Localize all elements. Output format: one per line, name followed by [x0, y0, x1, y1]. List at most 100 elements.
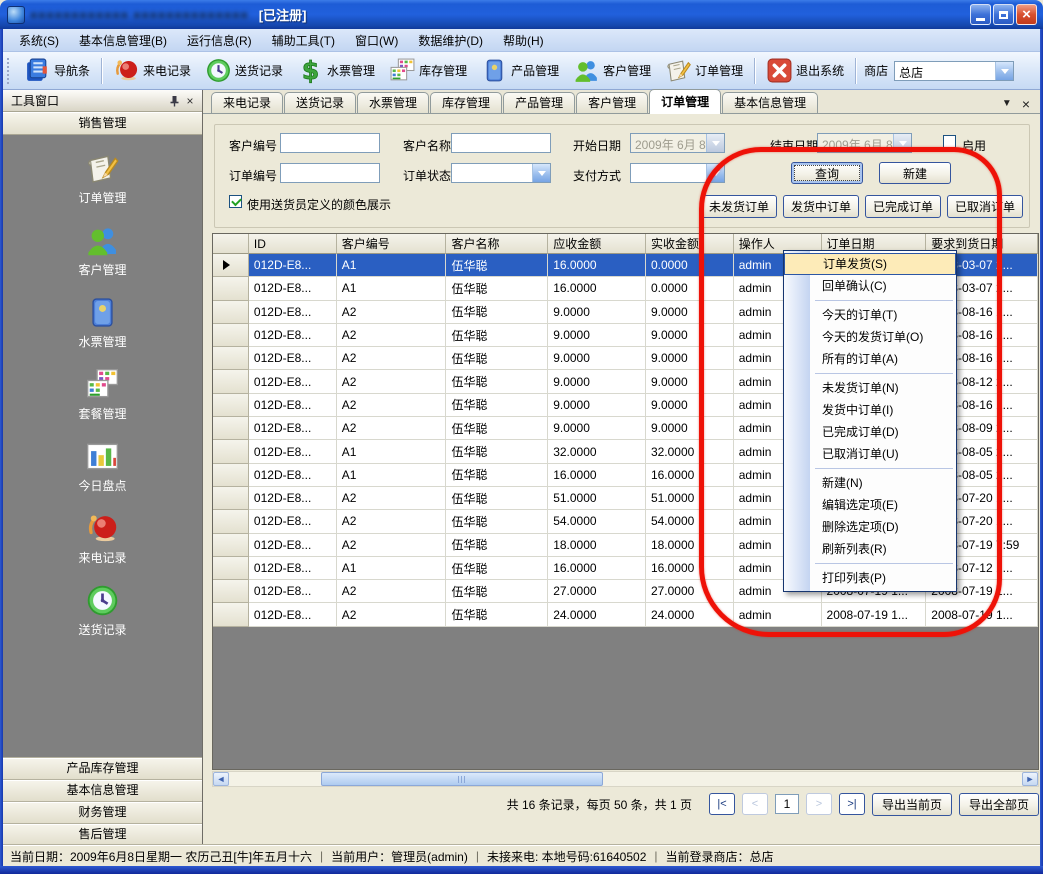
row-selector[interactable] [213, 464, 249, 487]
context-menu-item-13[interactable]: 编辑选定项(E) [784, 494, 956, 516]
context-menu-item-5[interactable]: 所有的订单(A) [784, 348, 956, 370]
chevron-down-icon[interactable] [995, 62, 1013, 80]
tab-5[interactable]: 客户管理 [576, 92, 648, 113]
context-menu-item-14[interactable]: 删除选定项(D) [784, 516, 956, 538]
context-menu-item-17[interactable]: 打印列表(P) [784, 567, 956, 589]
order-status-combobox[interactable] [451, 163, 551, 183]
pin-icon[interactable] [166, 93, 182, 109]
toolbar-button-customers[interactable]: 客户管理 [566, 55, 658, 87]
context-menu-item-7[interactable]: 未发货订单(N) [784, 377, 956, 399]
menubar-item-5[interactable]: 数据维护(D) [408, 29, 493, 52]
new-button[interactable]: 新建 [879, 162, 951, 184]
scroll-left-icon[interactable]: ◄ [213, 772, 229, 786]
filter-button-0[interactable]: 未发货订单 [701, 195, 777, 218]
row-selector[interactable] [213, 580, 249, 603]
toolbar-button-inventory[interactable]: 库存管理 [382, 55, 474, 87]
tab-2[interactable]: 水票管理 [357, 92, 429, 113]
row-selector[interactable] [213, 277, 249, 300]
column-header-1[interactable]: ID [249, 234, 337, 254]
row-selector[interactable] [213, 324, 249, 347]
sidebar-group-sales[interactable]: 销售管理 [3, 112, 202, 135]
order-no-input[interactable] [280, 163, 380, 183]
toolbar-button-clock[interactable]: 送货记录 [198, 55, 290, 87]
chevron-down-icon[interactable] [893, 134, 911, 152]
column-header-3[interactable]: 客户名称 [446, 234, 548, 254]
sidebar-group-1[interactable]: 基本信息管理 [3, 779, 202, 801]
context-menu-item-4[interactable]: 今天的发货订单(O) [784, 326, 956, 348]
column-header-5[interactable]: 实收金额 [646, 234, 734, 254]
chevron-down-icon[interactable] [706, 134, 724, 152]
filter-button-1[interactable]: 发货中订单 [783, 195, 859, 218]
toolbar-button-dollar[interactable]: $水票管理 [290, 55, 382, 87]
prev-page-button[interactable]: < [742, 793, 768, 815]
next-page-button[interactable]: > [806, 793, 832, 815]
row-selector[interactable] [213, 557, 249, 580]
menubar-item-2[interactable]: 运行信息(R) [177, 29, 262, 52]
customer-name-input[interactable] [451, 133, 551, 153]
toolbar-button-order[interactable]: 订单管理 [658, 55, 750, 87]
close-button-icon[interactable]: × [1016, 4, 1037, 25]
toolbar-button-product[interactable]: 产品管理 [474, 55, 566, 87]
sidebar-item-clock[interactable]: 送货记录 [3, 583, 202, 638]
row-selector[interactable] [213, 394, 249, 417]
customer-no-input[interactable] [280, 133, 380, 153]
column-header-2[interactable]: 客户编号 [337, 234, 447, 254]
menubar-item-6[interactable]: 帮助(H) [493, 29, 554, 52]
filter-button-3[interactable]: 已取消订单 [947, 195, 1023, 218]
tab-close-icon[interactable]: × [1022, 99, 1030, 109]
context-menu-item-3[interactable]: 今天的订单(T) [784, 304, 956, 326]
tab-4[interactable]: 产品管理 [503, 92, 575, 113]
sidebar-item-inventory[interactable]: 套餐管理 [3, 367, 202, 422]
row-selector[interactable] [213, 254, 249, 277]
sidebar-item-chart[interactable]: 今日盘点 [3, 439, 202, 494]
sidebar-item-product[interactable]: 水票管理 [3, 295, 202, 350]
context-menu-item-15[interactable]: 刷新列表(R) [784, 538, 956, 560]
menubar-item-1[interactable]: 基本信息管理(B) [69, 29, 177, 52]
context-menu-item-1[interactable]: 回单确认(C) [784, 275, 956, 297]
tab-list-arrow-icon[interactable]: ▼ [1002, 98, 1012, 109]
toolbar-button-exit[interactable]: 退出系统 [759, 55, 851, 87]
context-menu-item-12[interactable]: 新建(N) [784, 472, 956, 494]
tab-6[interactable]: 订单管理 [649, 89, 721, 114]
tool-window-close-icon[interactable]: × [182, 93, 198, 109]
minimize-button-icon[interactable] [970, 4, 991, 25]
sidebar-item-customers[interactable]: 客户管理 [3, 223, 202, 278]
row-selector[interactable] [213, 510, 249, 533]
sidebar-item-bell[interactable]: 来电记录 [3, 511, 202, 566]
sidebar-group-2[interactable]: 财务管理 [3, 801, 202, 823]
toolbar-button-bell[interactable]: 来电记录 [106, 55, 198, 87]
first-page-button[interactable]: |< [709, 793, 735, 815]
row-selector[interactable] [213, 301, 249, 324]
end-date-picker[interactable]: 2009年 6月 8日 [817, 133, 912, 153]
start-date-picker[interactable]: 2009年 6月 8日 [630, 133, 725, 153]
row-selector[interactable] [213, 440, 249, 463]
scrollbar-thumb[interactable] [321, 772, 603, 786]
last-page-button[interactable]: >| [839, 793, 865, 815]
chevron-down-icon[interactable] [706, 164, 724, 182]
row-selector[interactable] [213, 347, 249, 370]
scroll-right-icon[interactable]: ► [1022, 772, 1038, 786]
filter-button-2[interactable]: 已完成订单 [865, 195, 941, 218]
sidebar-item-order[interactable]: 订单管理 [3, 151, 202, 206]
context-menu-item-0[interactable]: 订单发货(S) [784, 253, 956, 275]
row-selector[interactable] [213, 417, 249, 440]
table-row[interactable]: 012D-E8...A2伍华聪24.000024.0000admin2008-0… [213, 603, 1038, 626]
row-selector[interactable] [213, 603, 249, 626]
tab-1[interactable]: 送货记录 [284, 92, 356, 113]
horizontal-scrollbar[interactable]: ◄ ► [212, 771, 1039, 787]
export-all-pages-button[interactable]: 导出全部页 [959, 793, 1039, 816]
color-display-checkbox[interactable] [229, 195, 242, 208]
column-header-0[interactable] [213, 234, 249, 254]
tab-7[interactable]: 基本信息管理 [722, 92, 818, 113]
tab-3[interactable]: 库存管理 [430, 92, 502, 113]
context-menu-item-10[interactable]: 已取消订单(U) [784, 443, 956, 465]
toolbar-grip[interactable] [7, 58, 14, 84]
chevron-down-icon[interactable] [532, 164, 550, 182]
context-menu-item-8[interactable]: 发货中订单(I) [784, 399, 956, 421]
tab-0[interactable]: 来电记录 [211, 92, 283, 113]
shop-combobox[interactable]: 总店 [894, 61, 1014, 81]
page-number-input[interactable] [775, 794, 799, 814]
pay-method-combobox[interactable] [630, 163, 725, 183]
toolbar-button-navigator[interactable]: 导航条 [17, 55, 97, 87]
sidebar-group-0[interactable]: 产品库存管理 [3, 757, 202, 779]
